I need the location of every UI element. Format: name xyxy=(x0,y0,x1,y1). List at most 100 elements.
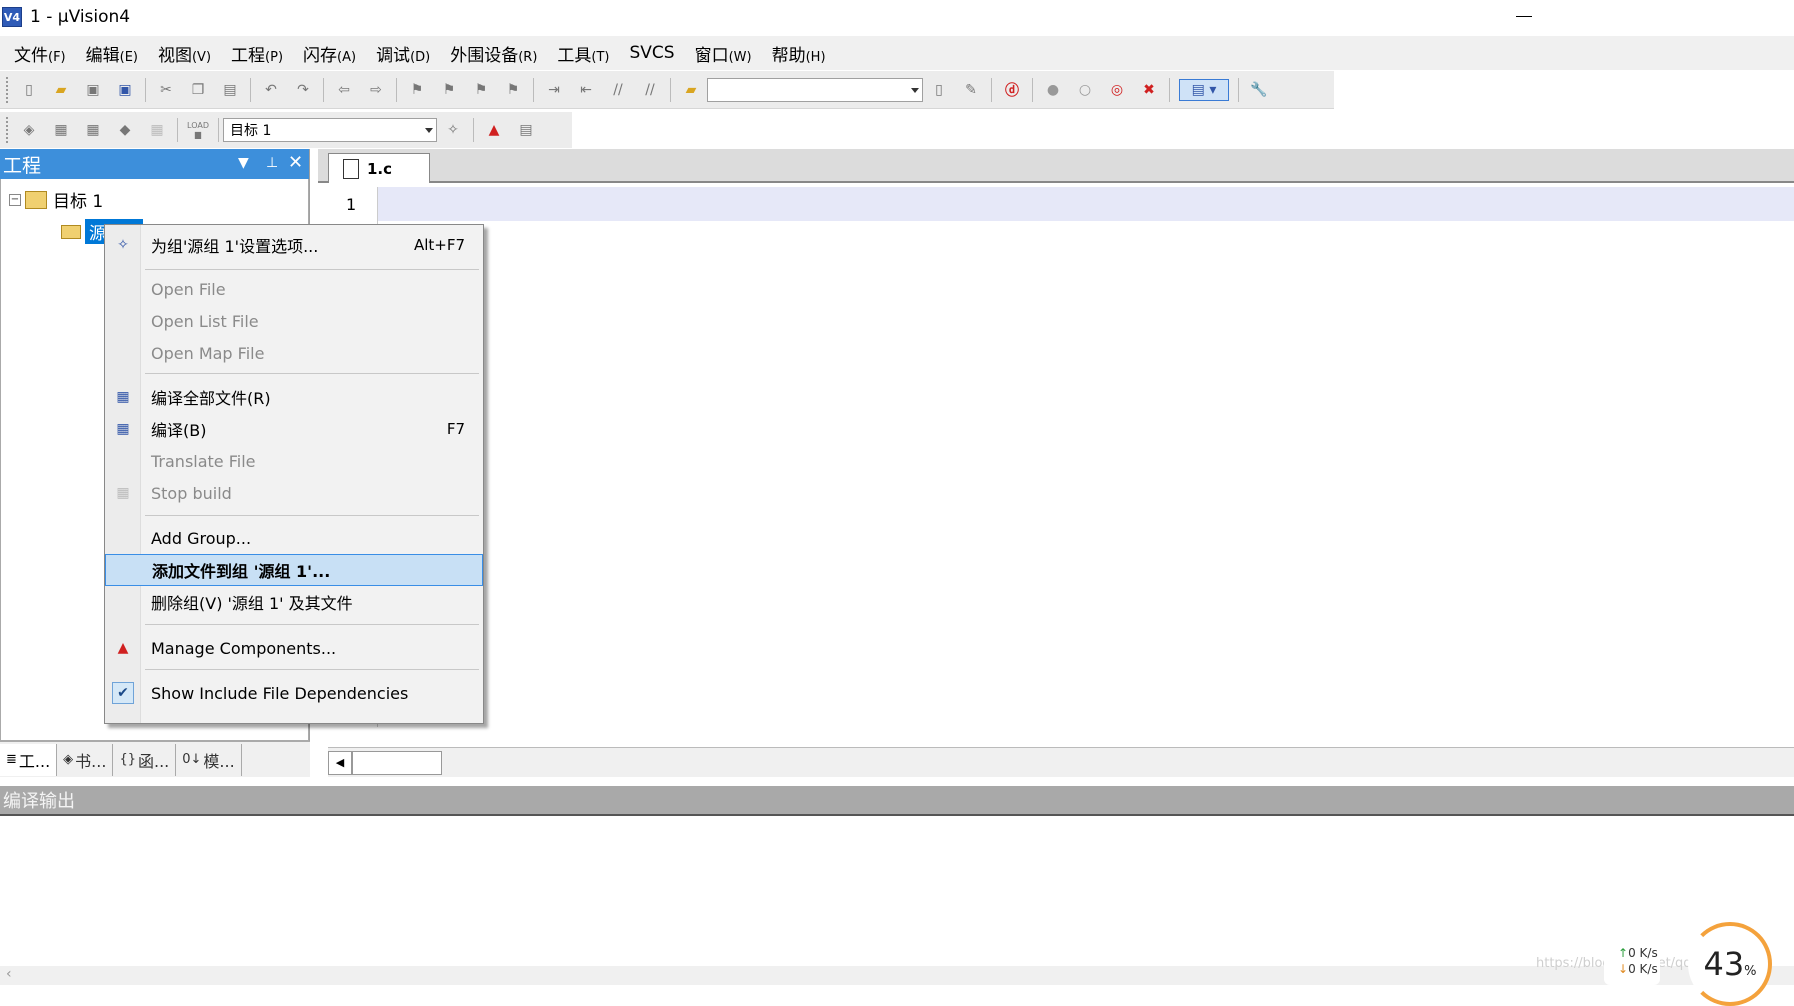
current-line-highlight[interactable] xyxy=(378,187,1794,221)
tree-item-target[interactable]: − 目标 1 xyxy=(9,187,103,212)
nav-back-icon[interactable]: ⇦ xyxy=(333,79,355,101)
minimize-button[interactable] xyxy=(1516,16,1532,17)
menu-item-build[interactable]: ▦ 编译(B) F7 xyxy=(105,413,483,445)
memory-gauge[interactable]: 43% xyxy=(1688,922,1772,1006)
disable-breakpoints-icon[interactable]: ◎ xyxy=(1106,79,1128,101)
toolbar-grip[interactable] xyxy=(6,76,9,103)
unindent-icon[interactable]: ⇤ xyxy=(575,79,597,101)
menu-separator xyxy=(145,269,479,270)
menu-tools[interactable]: 工具(T) xyxy=(547,41,619,66)
scroll-thumb[interactable] xyxy=(352,750,442,775)
stop-build-icon[interactable]: ▦ xyxy=(146,119,168,141)
kill-breakpoints-icon[interactable]: ✖ xyxy=(1138,79,1160,101)
menu-help[interactable]: 帮助(H) xyxy=(762,41,836,66)
batch-build-icon[interactable]: ◆ xyxy=(114,119,136,141)
line-number: 1 xyxy=(346,195,357,214)
bookmark-icon[interactable]: ⚑ xyxy=(406,79,428,101)
menu-item-rebuild-all[interactable]: ▦ 编译全部文件(R) xyxy=(105,381,483,413)
translate-icon[interactable]: ◈ xyxy=(18,119,40,141)
pin-icon[interactable]: ⊥ xyxy=(266,155,278,171)
rebuild-icon[interactable]: ▦ xyxy=(82,119,104,141)
find-combo[interactable] xyxy=(707,77,923,102)
output-horizontal-scrollbar[interactable]: ‹ xyxy=(0,966,1794,985)
menu-item-label: Show Include File Dependencies xyxy=(151,683,409,703)
menu-item-manage-components[interactable]: ▲ Manage Components... xyxy=(105,632,483,664)
build-icon[interactable]: ▦ xyxy=(50,119,72,141)
scroll-left-icon[interactable]: ◀ xyxy=(328,750,352,775)
menu-item-label: Stop build xyxy=(151,483,232,503)
editor-tab-strip: 1.c xyxy=(318,149,1794,183)
menu-debug[interactable]: 调试(D) xyxy=(366,41,440,66)
menu-item-translate-file[interactable]: Translate File xyxy=(105,445,483,477)
editor-horizontal-scrollbar[interactable]: ◀ xyxy=(328,747,1794,777)
comment-icon[interactable]: // xyxy=(607,79,629,101)
tab-functions[interactable]: {} 函... xyxy=(113,743,177,776)
scroll-left-icon[interactable]: ‹ xyxy=(6,966,12,982)
menu-item-group-options[interactable]: ✧ 为组'源组 1'设置选项... Alt+F7 xyxy=(105,229,483,261)
menu-item-label: Translate File xyxy=(151,451,256,471)
open-folder-icon[interactable]: ▰ xyxy=(50,79,72,101)
collapse-icon[interactable]: − xyxy=(9,193,21,206)
menu-item-label: Open List File xyxy=(151,311,259,331)
menu-item-add-files-to-group[interactable]: 添加文件到组 '源组 1'... xyxy=(105,554,483,586)
undo-icon[interactable]: ↶ xyxy=(260,79,282,101)
next-bookmark-icon[interactable]: ⚑ xyxy=(470,79,492,101)
new-file-icon[interactable]: ▯ xyxy=(18,79,40,101)
debug-session-icon[interactable]: ⓓ xyxy=(1001,79,1023,101)
tab-project[interactable]: ≣ 工... xyxy=(0,743,58,776)
copy-icon[interactable]: ❐ xyxy=(187,79,209,101)
menu-window[interactable]: 窗口(W) xyxy=(685,41,762,66)
window-title: 1 - µVision4 xyxy=(30,7,131,27)
menu-peripherals[interactable]: 外围设备(R) xyxy=(440,41,547,66)
menu-item-add-group[interactable]: Add Group... xyxy=(105,522,483,554)
build-output-area[interactable] xyxy=(0,818,1794,968)
find-in-files-icon[interactable]: ▰ xyxy=(680,79,702,101)
prev-bookmark-icon[interactable]: ⚑ xyxy=(438,79,460,101)
find-icon[interactable]: ▯ xyxy=(928,79,950,101)
menu-svcs[interactable]: SVCS xyxy=(620,43,685,63)
enable-breakpoint-icon[interactable]: ○ xyxy=(1074,79,1096,101)
paste-icon[interactable]: ▤ xyxy=(219,79,241,101)
target-options-icon[interactable]: ✧ xyxy=(442,119,464,141)
nav-forward-icon[interactable]: ⇨ xyxy=(365,79,387,101)
clear-bookmarks-icon[interactable]: ⚑ xyxy=(502,79,524,101)
menu-item-label: Open Map File xyxy=(151,343,265,363)
project-panel-header: 工程 ▼ ⊥ ✕ xyxy=(0,149,309,179)
target-select-value: 目标 1 xyxy=(230,123,272,139)
tab-file[interactable]: 1.c xyxy=(328,153,430,183)
insert-breakpoint-icon[interactable]: ● xyxy=(1042,79,1064,101)
toolbar-grip[interactable] xyxy=(6,117,9,143)
redo-icon[interactable]: ↷ xyxy=(292,79,314,101)
menu-item-open-map-file[interactable]: Open Map File xyxy=(105,337,483,369)
close-icon[interactable]: ✕ xyxy=(288,152,303,173)
menu-view[interactable]: 视图(V) xyxy=(148,41,221,66)
multi-project-icon[interactable]: ▤ xyxy=(515,119,537,141)
indent-icon[interactable]: ⇥ xyxy=(543,79,565,101)
uncomment-icon[interactable]: // xyxy=(639,79,661,101)
menu-item-show-include-deps[interactable]: ✔ Show Include File Dependencies xyxy=(105,677,483,709)
menu-item-open-file[interactable]: Open File xyxy=(105,273,483,305)
manage-components-icon[interactable]: ▲ xyxy=(483,119,505,141)
incremental-find-icon[interactable]: ✎ xyxy=(960,79,982,101)
chevron-down-icon[interactable] xyxy=(425,128,433,133)
menu-project[interactable]: 工程(P) xyxy=(221,41,293,66)
menu-flash[interactable]: 闪存(A) xyxy=(293,41,366,66)
save-icon[interactable]: ▣ xyxy=(82,79,104,101)
tab-templates[interactable]: 0↓ 模... xyxy=(176,743,242,776)
menu-edit[interactable]: 编辑(E) xyxy=(76,41,148,66)
panel-menu-icon[interactable]: ▼ xyxy=(238,155,249,171)
configure-wrench-icon[interactable]: 🔧 xyxy=(1248,79,1270,101)
menu-item-remove-group[interactable]: 删除组(V) '源组 1' 及其文件 xyxy=(105,586,483,618)
window-layout-icon[interactable]: ▤ ▾ xyxy=(1179,78,1229,101)
chevron-down-icon[interactable] xyxy=(911,87,919,93)
menu-item-open-list-file[interactable]: Open List File xyxy=(105,305,483,337)
cut-icon[interactable]: ✂ xyxy=(155,79,177,101)
menu-item-stop-build[interactable]: ▦ Stop build xyxy=(105,477,483,509)
target-select[interactable]: 目标 1 xyxy=(223,118,437,142)
menu-file[interactable]: 文件(F) xyxy=(4,41,76,66)
save-all-icon[interactable]: ▣ xyxy=(114,79,136,101)
tab-books[interactable]: ◈ 书... xyxy=(57,743,114,776)
download-icon[interactable]: LOAD ▆ xyxy=(187,119,209,141)
file-tab-label: 1.c xyxy=(367,159,393,178)
tab-label: 模... xyxy=(203,751,235,771)
